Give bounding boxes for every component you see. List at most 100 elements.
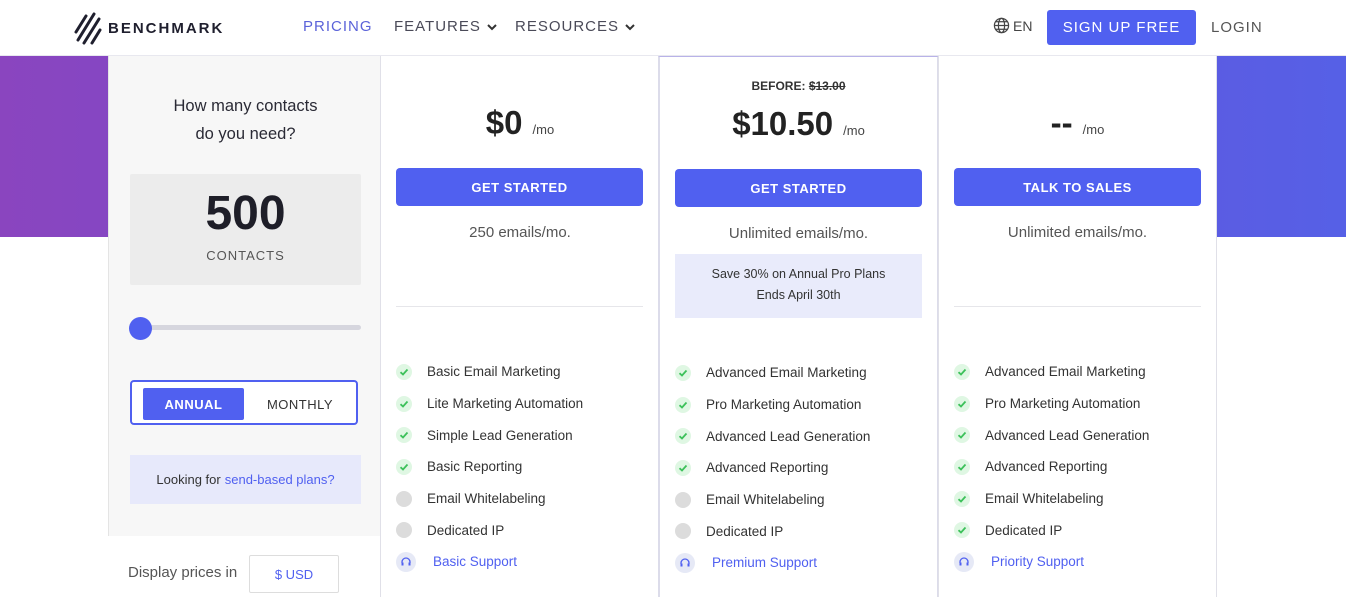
check-icon xyxy=(396,395,412,412)
feature-label: Advanced Email Marketing xyxy=(706,365,867,381)
headset-icon xyxy=(954,551,974,572)
currency-selector[interactable]: $ USD xyxy=(249,555,339,593)
globe-icon xyxy=(993,17,1010,34)
feature-item: Email Whitelabeling xyxy=(675,484,925,516)
benchmark-logo[interactable]: BENCHMARK xyxy=(72,10,224,46)
not-included-icon xyxy=(675,491,691,508)
contacts-slider-thumb[interactable] xyxy=(129,317,152,340)
feature-item: Dedicated IP xyxy=(675,515,925,547)
send-based-text: Looking for xyxy=(156,472,221,487)
headset-icon xyxy=(675,552,695,573)
check-icon xyxy=(954,458,970,475)
talk-to-sales-button[interactable]: TALK TO SALES xyxy=(954,168,1201,206)
feature-item: Advanced Lead Generation xyxy=(954,419,1204,451)
chevron-down-icon xyxy=(625,23,635,30)
feature-item: Simple Lead Generation xyxy=(396,419,646,451)
check-icon xyxy=(396,458,412,475)
support-item[interactable]: Priority Support xyxy=(954,546,1204,578)
nav-resources[interactable]: RESOURCES xyxy=(515,18,635,35)
annual-option[interactable]: ANNUAL xyxy=(143,388,244,420)
nav-pricing[interactable]: PRICING xyxy=(303,18,373,35)
feature-item: Lite Marketing Automation xyxy=(396,388,646,420)
send-based-notice: Looking for send-based plans? xyxy=(130,455,361,504)
feature-label: Pro Marketing Automation xyxy=(706,397,862,413)
top-navbar: BENCHMARK PRICING FEATURES RESOURCES EN … xyxy=(0,0,1346,56)
feature-item: Email Whitelabeling xyxy=(396,483,646,515)
support-label: Basic Support xyxy=(433,554,518,570)
feature-label: Advanced Lead Generation xyxy=(985,427,1150,443)
price-row: $0 /mo xyxy=(381,104,659,142)
contacts-slider-track[interactable] xyxy=(139,325,361,330)
price-row: $10.50 /mo xyxy=(660,105,937,143)
plan-per: /mo xyxy=(532,122,555,137)
feature-item: Pro Marketing Automation xyxy=(675,389,925,421)
check-icon xyxy=(954,522,970,539)
feature-list: Advanced Email Marketing Pro Marketing A… xyxy=(675,357,925,579)
language-label: EN xyxy=(1013,17,1033,34)
support-item[interactable]: Basic Support xyxy=(396,546,646,578)
feature-item: Basic Email Marketing xyxy=(396,356,646,388)
check-icon xyxy=(396,427,412,444)
check-icon xyxy=(954,490,970,507)
language-selector[interactable]: EN xyxy=(993,17,1032,34)
sign-up-free-button[interactable]: SIGN UP FREE xyxy=(1047,10,1196,45)
feature-item: Advanced Email Marketing xyxy=(675,357,925,389)
price-row: -- /mo xyxy=(939,104,1216,142)
feature-label: Dedicated IP xyxy=(427,522,505,538)
monthly-option[interactable]: MONTHLY xyxy=(256,388,344,420)
feature-item: Dedicated IP xyxy=(954,514,1204,546)
feature-item: Advanced Email Marketing xyxy=(954,356,1204,388)
divider xyxy=(954,306,1201,307)
logo-icon xyxy=(74,12,102,45)
check-icon xyxy=(954,427,970,444)
nav-resources-label: RESOURCES xyxy=(515,18,620,35)
login-link[interactable]: LOGIN xyxy=(1211,19,1263,36)
support-item[interactable]: Premium Support xyxy=(675,547,925,579)
feature-label: Lite Marketing Automation xyxy=(427,396,584,412)
not-included-icon xyxy=(675,523,691,540)
nav-pricing-label: PRICING xyxy=(303,18,373,35)
logo-text: BENCHMARK xyxy=(108,19,225,37)
plan-price: -- xyxy=(1050,104,1073,141)
send-based-plans-link[interactable]: send-based plans? xyxy=(225,472,335,487)
feature-list: Basic Email Marketing Lite Marketing Aut… xyxy=(396,356,646,578)
emails-per-month: Unlimited emails/mo. xyxy=(728,225,869,242)
feature-item: Basic Reporting xyxy=(396,451,646,483)
get-started-button[interactable]: GET STARTED xyxy=(675,169,922,207)
headset-icon xyxy=(396,551,416,572)
feature-label: Basic Email Marketing xyxy=(427,364,561,380)
check-icon xyxy=(675,364,691,381)
before-label: BEFORE: xyxy=(751,79,806,93)
feature-label: Pro Marketing Automation xyxy=(985,396,1141,412)
feature-label: Advanced Email Marketing xyxy=(985,364,1146,380)
support-label: Priority Support xyxy=(991,554,1085,570)
divider xyxy=(396,306,643,307)
check-icon xyxy=(675,428,691,445)
check-icon xyxy=(675,459,691,476)
contacts-display: 500 CONTACTS xyxy=(130,174,361,285)
feature-label: Email Whitelabeling xyxy=(427,491,546,507)
promo-banner: Save 30% on Annual Pro Plans Ends April … xyxy=(675,254,922,318)
check-icon xyxy=(954,395,970,412)
feature-item: Email Whitelabeling xyxy=(954,483,1204,515)
chevron-down-icon xyxy=(487,23,497,30)
not-included-icon xyxy=(396,522,412,539)
nav-features[interactable]: FEATURES xyxy=(394,18,497,35)
contacts-label: CONTACTS xyxy=(206,248,285,263)
display-prices-label: Display prices in xyxy=(128,564,238,581)
feature-item: Dedicated IP xyxy=(396,514,646,546)
emails-per-month: 250 emails/mo. xyxy=(469,224,571,241)
feature-item: Pro Marketing Automation xyxy=(954,388,1204,420)
feature-item: Advanced Reporting xyxy=(954,451,1204,483)
contacts-count: 500 xyxy=(205,187,286,240)
get-started-button[interactable]: GET STARTED xyxy=(396,168,643,206)
plan-enterprise: -- /mo TALK TO SALES Unlimited emails/mo… xyxy=(938,56,1217,597)
feature-label: Dedicated IP xyxy=(706,523,784,539)
feature-list: Advanced Email Marketing Pro Marketing A… xyxy=(954,356,1204,578)
check-icon xyxy=(675,396,691,413)
feature-label: Simple Lead Generation xyxy=(427,427,573,443)
plan-pro: BEFORE: $13.00 $10.50 /mo GET STARTED Un… xyxy=(658,56,939,597)
feature-item: Advanced Lead Generation xyxy=(675,420,925,452)
feature-label: Advanced Lead Generation xyxy=(706,428,871,444)
feature-item: Advanced Reporting xyxy=(675,452,925,484)
